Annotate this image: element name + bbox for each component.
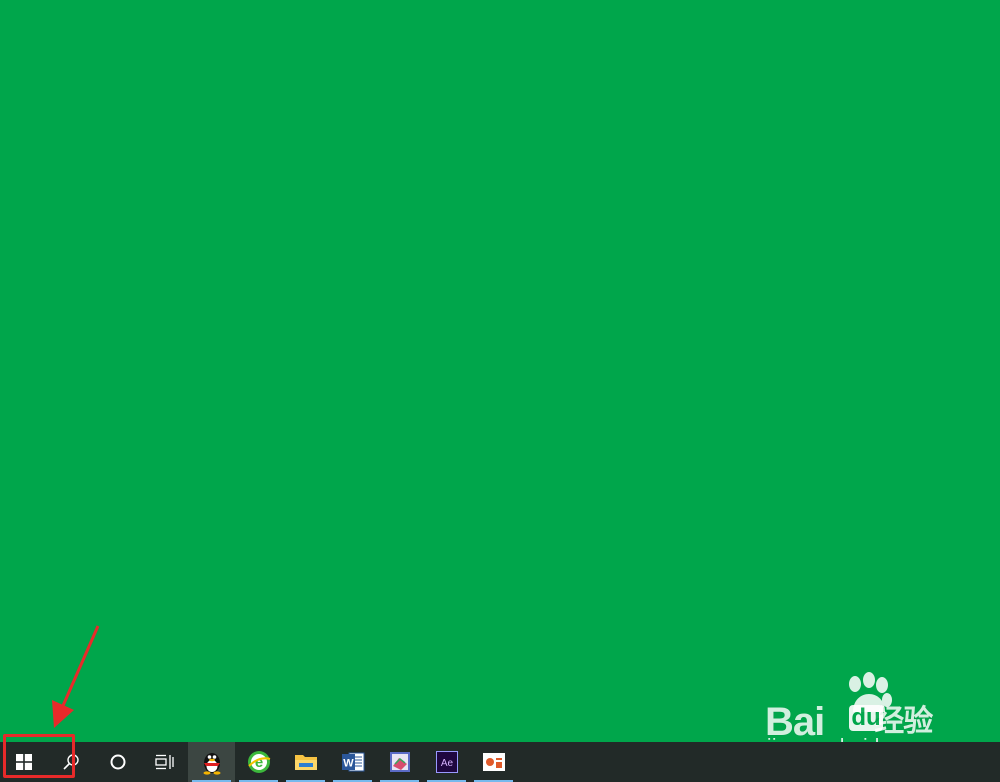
taskbar-app-360-browser[interactable]: e [235, 742, 282, 782]
svg-text:W: W [343, 758, 354, 770]
annotation-arrow [52, 625, 100, 728]
annotation-highlight-box [3, 734, 75, 778]
logo-du-overlay: du [843, 696, 889, 740]
taskbar-app-qq[interactable] [188, 742, 235, 782]
svg-text:e: e [254, 754, 262, 771]
browser-e-icon: e [247, 751, 270, 773]
book-icon [389, 752, 410, 772]
taskbar-app-word[interactable]: W [329, 742, 376, 782]
word-icon: W [341, 752, 364, 772]
task-view-button[interactable] [141, 742, 188, 782]
task-view-icon [154, 754, 174, 770]
taskbar: e W Ae [0, 742, 1000, 782]
taskbar-app-after-effects[interactable]: Ae [423, 742, 470, 782]
cortana-circle-icon [110, 754, 125, 770]
logo-text-du: du [849, 704, 883, 731]
folder-icon [294, 755, 317, 770]
taskbar-app-powerpoint[interactable] [470, 742, 517, 782]
taskbar-app-file-explorer[interactable] [282, 742, 329, 782]
svg-text:Ae: Ae [440, 758, 453, 769]
taskbar-app-book[interactable] [376, 742, 423, 782]
cortana-button[interactable] [94, 742, 141, 782]
presentation-icon [482, 753, 505, 771]
qq-penguin-icon [203, 753, 220, 775]
after-effects-icon: Ae [435, 751, 458, 773]
